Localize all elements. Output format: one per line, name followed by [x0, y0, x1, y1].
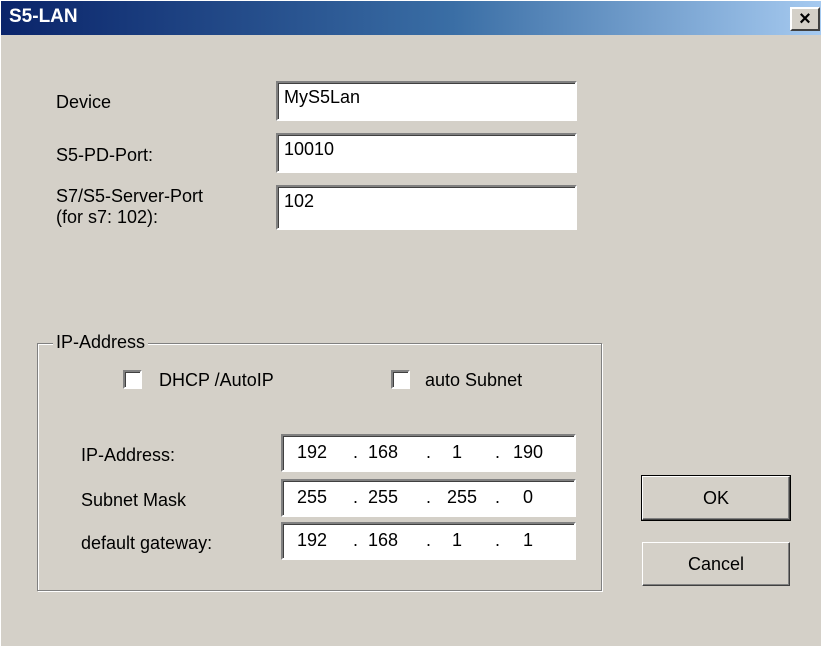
pd-port-label: S5-PD-Port:	[56, 145, 154, 165]
gateway-octet: 1	[451, 530, 462, 550]
cancel-button[interactable]: Cancel	[642, 542, 790, 586]
subnet-mask-label: Subnet Mask	[81, 490, 187, 510]
ip-octet: 168	[367, 442, 398, 462]
server-port-hint: (for s7: 102):	[56, 207, 159, 227]
dhcp-label[interactable]: DHCP /AutoIP	[159, 369, 274, 391]
ip-group-legend: IP-Address	[53, 331, 149, 353]
subnet-mask-input[interactable]: 255 . 255 . 255 . 0	[281, 479, 576, 517]
default-gateway-label: default gateway:	[81, 533, 213, 553]
octet-separator: .	[426, 487, 432, 507]
gateway-octet: 168	[367, 530, 398, 550]
mask-octet: 255	[296, 487, 327, 507]
gateway-octet: 1	[522, 530, 533, 550]
close-button[interactable]: ×	[790, 7, 820, 31]
server-port-input[interactable]: 102	[276, 185, 577, 230]
ok-button[interactable]: OK	[641, 475, 791, 521]
close-icon: ×	[799, 8, 811, 30]
ip-octet: 192	[296, 442, 327, 462]
device-label: Device	[56, 92, 112, 112]
window-title: S5-LAN	[9, 6, 78, 27]
auto-subnet-label[interactable]: auto Subnet	[425, 369, 522, 391]
ip-address-label: IP-Address:	[81, 445, 176, 465]
ip-octet: 190	[512, 442, 543, 462]
pd-port-input[interactable]: 10010	[276, 133, 577, 173]
auto-subnet-checkbox[interactable]	[391, 370, 410, 389]
server-port-label: S7/S5-Server-Port	[56, 186, 204, 206]
default-gateway-input[interactable]: 192 . 168 . 1 . 1	[281, 522, 576, 560]
dhcp-checkbox[interactable]	[123, 370, 142, 389]
device-input[interactable]: MyS5Lan	[276, 81, 577, 121]
mask-octet: 255	[367, 487, 398, 507]
title-bar: S5-LAN ×	[1, 1, 821, 35]
mask-octet: 255	[446, 487, 477, 507]
ip-octet: 1	[451, 442, 462, 462]
mask-octet: 0	[522, 487, 533, 507]
s5-lan-dialog: S5-LAN × Device MyS5Lan S5-PD-Port: 1001…	[0, 0, 821, 646]
ip-address-input[interactable]: 192 . 168 . 1 . 190	[281, 434, 576, 472]
gateway-octet: 192	[296, 530, 327, 550]
